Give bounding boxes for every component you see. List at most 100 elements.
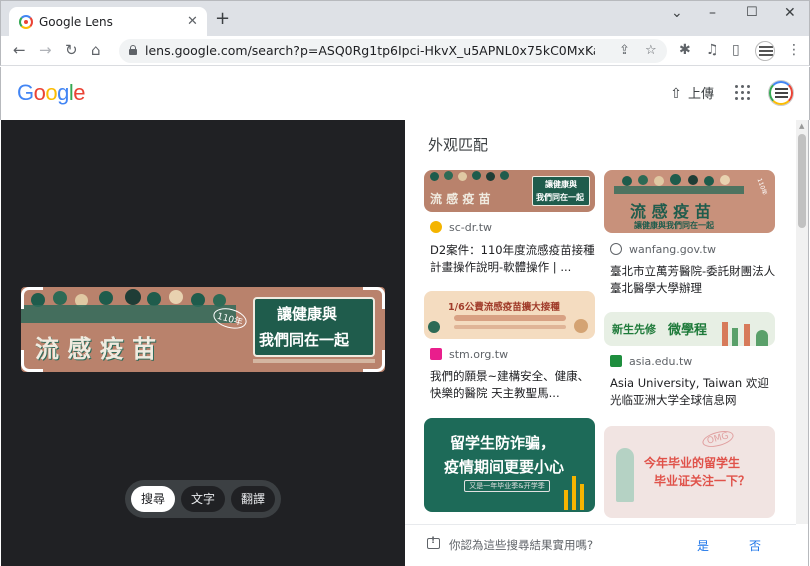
result-site: stm.org.tw (430, 348, 508, 361)
scroll-up-arrow-icon[interactable]: ▲ (799, 122, 804, 130)
thumb-badge: 110年 (755, 177, 769, 197)
results-scrollbar[interactable]: ▲ (796, 120, 808, 524)
result-description[interactable]: 我們的願景~建構安全、健康、快樂的醫院 天主教聖馬... (430, 368, 600, 402)
site-favicon-icon (430, 348, 442, 360)
reload-icon[interactable]: ↻ (65, 41, 78, 59)
upload-button[interactable]: ⇧ 上傳 (668, 83, 714, 102)
close-window-button[interactable]: ✕ (784, 5, 796, 21)
tab-google-lens[interactable]: Google Lens ✕ (9, 7, 207, 37)
thumb-sub: 讓健康與我們同在一起 (634, 221, 714, 230)
result-site: asia.edu.tw (610, 355, 692, 368)
tab-search-icon[interactable]: ⌄ (671, 5, 683, 21)
tab-title: Google Lens (39, 15, 113, 29)
result-card[interactable]: 留学生防诈骗， 疫情期间更要小心 又是一年毕业季&开学季 (424, 418, 595, 518)
google-apps-icon[interactable] (734, 84, 750, 100)
result-thumbnail[interactable]: 流 感 疫 苗 讓健康與 我們同在一起 (424, 170, 595, 212)
site-name: asia.edu.tw (629, 355, 693, 368)
result-thumbnail[interactable]: 新生先修 微學程 (604, 312, 775, 346)
account-avatar[interactable] (768, 80, 794, 106)
result-card[interactable]: 1/6公費流感疫苗擴大接種 stm.org.tw 我們的願景~建構安全、健康、快… (424, 291, 595, 411)
crop-handle-bottom-left[interactable] (21, 350, 43, 372)
browser-toolbar: ← → ↻ ⌂ lens.google.com/search?p=ASQ0Rg1… (0, 36, 810, 66)
media-control-icon[interactable]: ♫ (706, 42, 719, 58)
google-lens-favicon-icon (19, 15, 33, 29)
selected-image[interactable]: 流 感 疫 苗 110年 讓健康與 我們同在一起 (21, 287, 385, 372)
thumb-title: 1/6公費流感疫苗擴大接種 (448, 302, 560, 313)
thumb-title: 流 感 疫 苗 (430, 192, 491, 206)
image-divider (253, 359, 375, 363)
results-heading: 外观匹配 (428, 136, 489, 154)
crop-handle-top-right[interactable] (363, 287, 385, 309)
result-thumbnail[interactable]: 流 感 疫 苗 110年 讓健康與我們同在一起 (604, 170, 775, 233)
logo-letter: g (57, 80, 69, 105)
forward-arrow-icon[interactable]: → (39, 41, 52, 59)
image-slogan-line2: 我們同在一起 (259, 331, 350, 349)
upload-label: 上傳 (688, 87, 715, 102)
bookmark-star-icon[interactable]: ☆ (645, 43, 657, 58)
result-card[interactable]: 流 感 疫 苗 讓健康與 我們同在一起 sc-dr.tw D2案件：110年度流… (424, 170, 595, 290)
thumb-title-2: 毕业证关注一下？ (654, 474, 751, 488)
share-icon[interactable]: ⇪ (619, 43, 630, 58)
result-card[interactable]: OMG 今年毕业的留学生 毕业证关注一下？ (604, 426, 775, 526)
result-description[interactable]: Asia University, Taiwan 欢迎光临亚洲大学全球信息网 (610, 375, 780, 409)
result-thumbnail[interactable]: 1/6公費流感疫苗擴大接種 (424, 291, 595, 339)
result-description[interactable]: 臺北市立萬芳醫院-委託財團法人臺北醫學大學辦理 (610, 263, 780, 297)
result-thumbnail[interactable]: 留学生防诈骗， 疫情期间更要小心 又是一年毕业季&开学季 (424, 418, 595, 512)
site-name: sc-dr.tw (449, 221, 493, 234)
logo-letter: G (17, 80, 34, 105)
logo-letter: e (73, 80, 86, 105)
chip-text[interactable]: 文字 (181, 486, 225, 512)
logo-letter: o (45, 80, 58, 105)
minimize-button[interactable]: – (709, 5, 716, 21)
site-name: wanfang.gov.tw (629, 243, 716, 256)
browser-profile-avatar[interactable] (755, 41, 775, 61)
result-description[interactable]: D2案件：110年度流感疫苗接種計畫操作說明-軟體操作 | ... (430, 242, 600, 276)
result-card[interactable]: 新生先修 微學程 asia.edu.tw Asia University, Ta… (604, 312, 775, 422)
result-site: sc-dr.tw (430, 221, 492, 234)
google-logo[interactable]: Google (17, 80, 86, 106)
results-panel: 外观匹配 流 感 疫 苗 讓健康與 我們同在一起 sc-dr.tw D2案件：1… (405, 120, 809, 566)
chip-translate[interactable]: 翻譯 (231, 486, 275, 512)
image-slogan-line1: 讓健康與 (277, 305, 338, 323)
address-bar[interactable]: lens.google.com/search?p=ASQ0Rg1tp6Ipci-… (119, 39, 667, 63)
lock-icon (129, 45, 137, 55)
result-thumbnail[interactable]: OMG 今年毕业的留学生 毕业证关注一下？ (604, 426, 775, 518)
crop-handle-bottom-right[interactable] (363, 350, 385, 372)
result-card[interactable]: 流 感 疫 苗 110年 讓健康與我們同在一起 wanfang.gov.tw 臺… (604, 170, 775, 300)
new-tab-button[interactable]: + (215, 10, 230, 28)
google-header: Google ⇧ 上傳 (0, 67, 810, 120)
thumb-sub1: 讓健康與 (545, 180, 577, 189)
chip-search[interactable]: 搜尋 (131, 486, 175, 512)
side-panel-icon[interactable]: ▯ (732, 42, 740, 58)
thumb-sub: 又是一年毕业季&开学季 (464, 480, 550, 492)
thumb-title: 留学生防诈骗， (450, 434, 556, 452)
scroll-thumb[interactable] (798, 134, 806, 228)
thumb-sub2: 我們同在一起 (536, 193, 584, 202)
site-name: stm.org.tw (449, 348, 509, 361)
result-site: wanfang.gov.tw (610, 243, 716, 256)
site-favicon-icon (430, 221, 442, 233)
feedback-yes-button[interactable]: 是 (697, 537, 709, 554)
site-favicon-icon (610, 355, 622, 367)
feedback-bar: 你認為這些搜尋結果實用嗎? 是 否 (405, 524, 796, 566)
extensions-puzzle-icon[interactable]: ✱ (679, 42, 691, 58)
tab-close-icon[interactable]: ✕ (187, 14, 198, 29)
thumb-title-2: 疫情期间更要小心 (444, 458, 565, 476)
thumb-badge: OMG (700, 428, 736, 450)
thumb-title: 今年毕业的留学生 (644, 456, 741, 470)
feedback-no-button[interactable]: 否 (749, 537, 761, 554)
browser-menu-icon[interactable]: ⋮ (787, 42, 801, 58)
thumb-title-2: 微學程 (668, 323, 708, 338)
lens-mode-chips: 搜尋 文字 翻譯 (125, 480, 281, 518)
feedback-icon (427, 536, 440, 549)
crop-handle-top-left[interactable] (21, 287, 43, 309)
home-icon[interactable]: ⌂ (91, 41, 101, 59)
thumb-title: 新生先修 (612, 323, 656, 336)
slogan-box: 讓健康與 我們同在一起 (253, 297, 375, 357)
thumb-title: 流 感 疫 苗 (630, 202, 711, 221)
lens-image-pane: 流 感 疫 苗 110年 讓健康與 我們同在一起 搜尋 文字 翻譯 (1, 120, 405, 566)
maximize-button[interactable]: ☐ (746, 5, 758, 20)
back-arrow-icon[interactable]: ← (13, 41, 26, 59)
url-text[interactable]: lens.google.com/search?p=ASQ0Rg1tp6Ipci-… (145, 43, 595, 58)
upload-icon: ⇧ (670, 86, 682, 102)
